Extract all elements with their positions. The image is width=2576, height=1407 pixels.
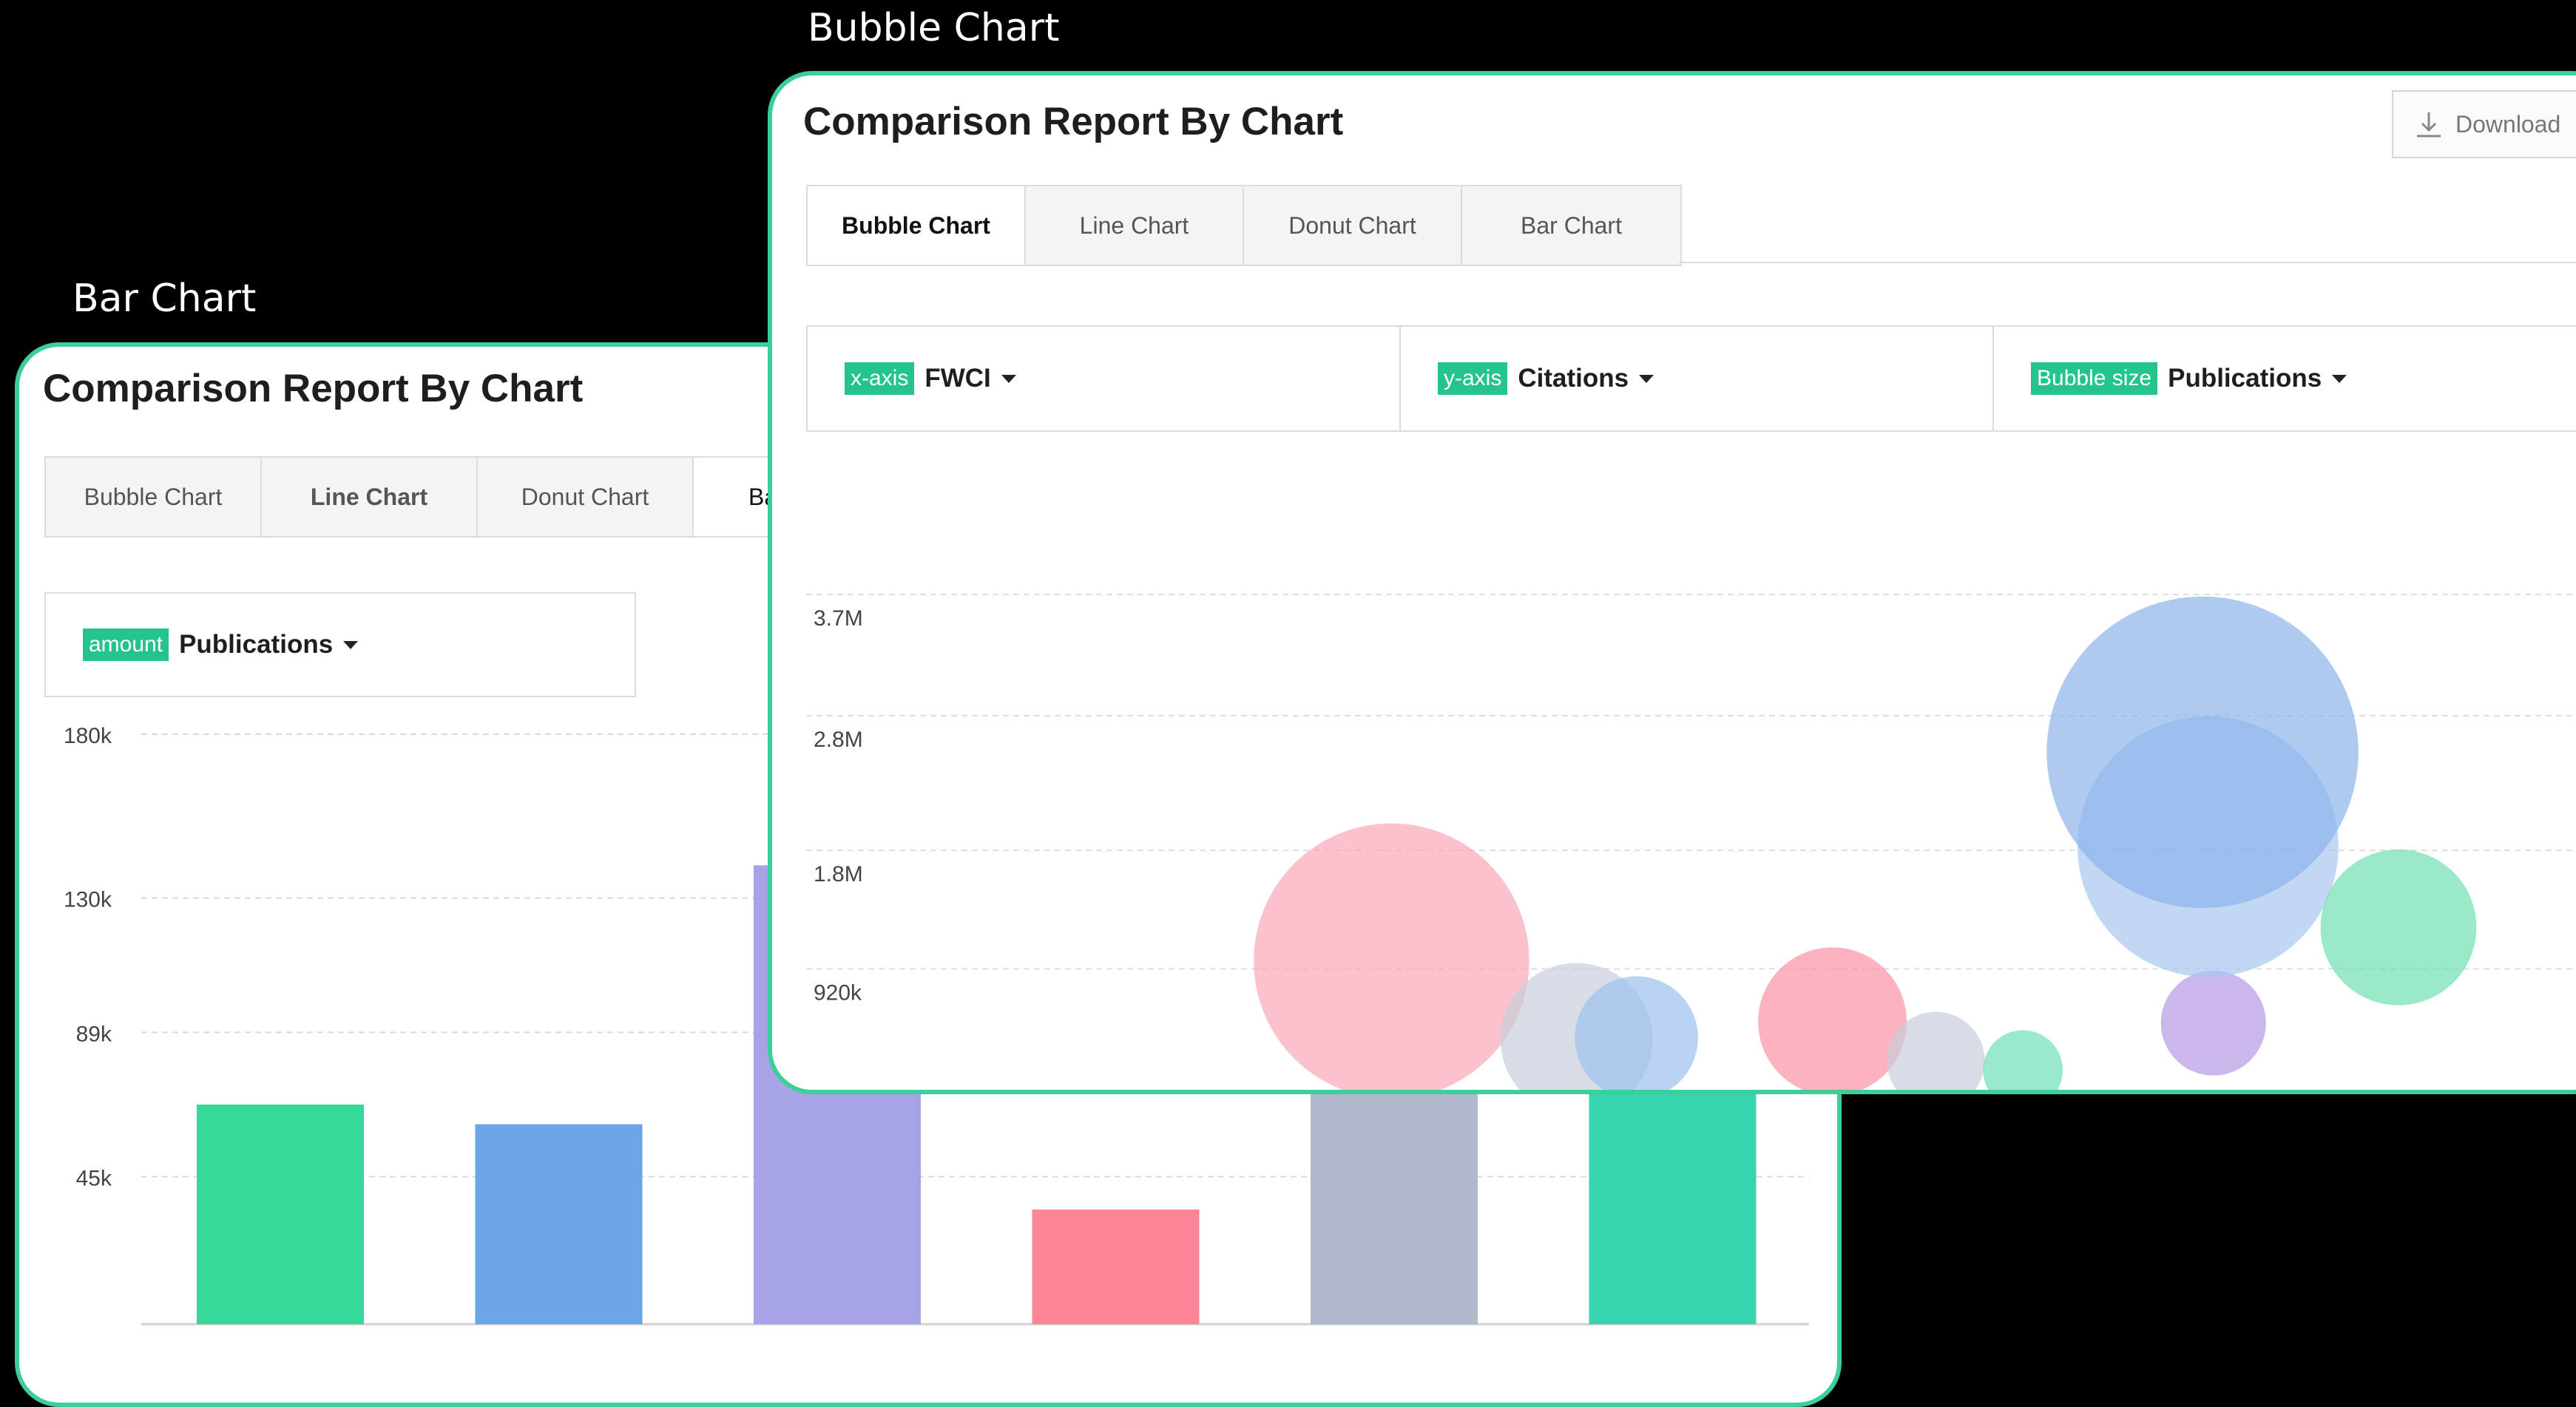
bubble bbox=[1983, 1030, 2063, 1090]
y-tick-label: 180k bbox=[64, 724, 112, 748]
bar-chart-caption: Bar Chart bbox=[72, 277, 257, 321]
amount-value: Publications bbox=[179, 630, 334, 659]
y-tick-label: 1.8M bbox=[814, 862, 863, 886]
caret-down-icon bbox=[1001, 374, 1016, 383]
bubble-size-tag: Bubble size bbox=[2031, 362, 2158, 395]
bubble-chart-caption: Bubble Chart bbox=[808, 6, 1060, 50]
y-tick-label: 3.7M bbox=[814, 606, 863, 631]
bubble bbox=[1575, 976, 1698, 1090]
bubble bbox=[2046, 596, 2359, 909]
caret-down-icon bbox=[1639, 374, 1654, 383]
bubble bbox=[1758, 947, 1907, 1090]
download-button[interactable]: Download bbox=[2392, 90, 2576, 158]
y-tick-label: 130k bbox=[64, 888, 112, 912]
y-axis-value: Citations bbox=[1518, 364, 1629, 393]
tab-line-chart[interactable]: Line Chart bbox=[1026, 186, 1244, 265]
tab-bar-chart[interactable]: Bar Chart bbox=[1462, 186, 1680, 265]
bubble-chart-panel: Comparison Report By Chart Download Bubb… bbox=[768, 71, 2576, 1094]
panel-title: Comparison Report By Chart bbox=[803, 100, 1344, 143]
amount-selector-bar: amount Publications bbox=[44, 592, 636, 697]
tab-line-chart[interactable]: Line Chart bbox=[262, 458, 478, 536]
axis-selector-bar: x-axis FWCI y-axis Citations Bubble size… bbox=[806, 325, 2576, 432]
tab-bubble-chart[interactable]: Bubble Chart bbox=[808, 186, 1026, 265]
y-tick-label: 2.8M bbox=[814, 728, 863, 752]
y-tick-label: 45k bbox=[76, 1167, 112, 1191]
tabs-underline bbox=[1679, 262, 2576, 263]
caret-down-icon bbox=[2332, 374, 2347, 383]
bubble-size-value: Publications bbox=[2168, 364, 2322, 393]
caret-down-icon bbox=[343, 640, 359, 649]
x-axis-value: FWCI bbox=[924, 364, 991, 393]
x-axis-tag: x-axis bbox=[845, 362, 915, 395]
amount-dropdown[interactable]: amount Publications bbox=[46, 594, 635, 696]
download-label: Download bbox=[2455, 110, 2561, 138]
bar bbox=[475, 1124, 643, 1324]
amount-tag: amount bbox=[83, 628, 169, 661]
y-tick-label: 920k bbox=[814, 980, 862, 1005]
bar bbox=[1032, 1209, 1200, 1324]
bar bbox=[197, 1104, 364, 1324]
bubble bbox=[2160, 970, 2266, 1076]
panel-title: Comparison Report By Chart bbox=[43, 367, 584, 410]
tab-donut-chart[interactable]: Donut Chart bbox=[478, 458, 694, 536]
y-axis-tag: y-axis bbox=[1438, 362, 1508, 395]
bubble-chart-plot: 920k1.8M2.8M3.7M00.511.522.5 bbox=[806, 594, 2576, 1090]
download-icon bbox=[2417, 112, 2441, 138]
x-axis-dropdown[interactable]: x-axis FWCI bbox=[808, 327, 1401, 430]
y-tick-label: 89k bbox=[76, 1022, 112, 1046]
chart-type-tabs: Bubble Chart Line Chart Donut Chart Bar … bbox=[806, 185, 1682, 266]
y-axis-dropdown[interactable]: y-axis Citations bbox=[1401, 327, 1994, 430]
bubble bbox=[1254, 823, 1529, 1090]
tab-bubble-chart[interactable]: Bubble Chart bbox=[46, 458, 262, 536]
bubble-size-dropdown[interactable]: Bubble size Publications bbox=[1994, 327, 2576, 430]
tab-donut-chart[interactable]: Donut Chart bbox=[1244, 186, 1462, 265]
chart-type-tabs: Bubble Chart Line Chart Donut Chart Ba bbox=[44, 456, 861, 538]
bubble bbox=[2320, 849, 2477, 1006]
